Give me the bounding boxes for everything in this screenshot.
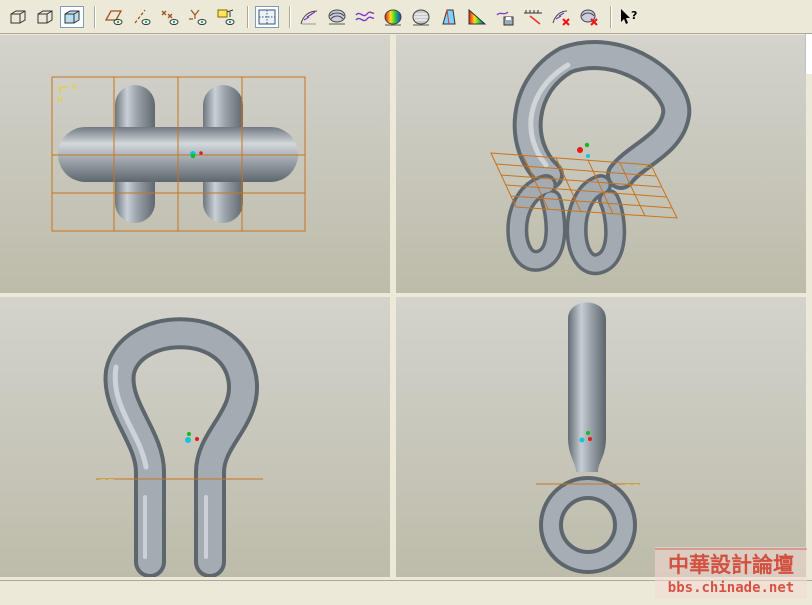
watermark-title: 中華設計論壇 bbox=[668, 553, 794, 577]
shaded-curvature-icon[interactable] bbox=[381, 6, 405, 28]
edge-view-viewport[interactable]: —·— bbox=[396, 297, 806, 577]
section-analysis-icon[interactable] bbox=[325, 6, 349, 28]
slope-analysis-icon[interactable] bbox=[465, 6, 489, 28]
shackle-bow-edge[interactable] bbox=[568, 302, 606, 473]
main-toolbar: ? bbox=[0, 0, 812, 34]
shaded-cube-icon[interactable] bbox=[60, 6, 84, 28]
coordinate-system-icon bbox=[577, 142, 590, 158]
datum-axis-display-icon[interactable] bbox=[130, 6, 154, 28]
coordinate-system-display-icon[interactable] bbox=[186, 6, 210, 28]
coordinate-system-icon bbox=[185, 432, 199, 443]
delete-all-sections-icon[interactable] bbox=[577, 6, 601, 28]
svg-text:?: ? bbox=[631, 9, 637, 22]
watermark-url: bbs.chinade.net bbox=[668, 580, 794, 596]
curvature-analysis-icon[interactable] bbox=[297, 6, 321, 28]
reflection-analysis-icon[interactable] bbox=[409, 6, 433, 28]
multi-view-icon[interactable] bbox=[255, 6, 279, 28]
viewport-scrollbar[interactable] bbox=[805, 34, 812, 74]
horizontal-splitter[interactable] bbox=[0, 293, 806, 297]
wireframe-cube-icon[interactable] bbox=[6, 6, 30, 28]
hidden-line-cube-icon[interactable] bbox=[33, 6, 57, 28]
offset-analysis-icon[interactable] bbox=[353, 6, 377, 28]
vertical-splitter[interactable] bbox=[390, 35, 396, 577]
isometric-view-viewport[interactable]: —·— bbox=[396, 35, 806, 293]
watermark-logo: 中華設計論壇 bbs.chinade.net bbox=[655, 547, 807, 599]
annotation-display-icon[interactable] bbox=[214, 6, 238, 28]
svg-text:H: H bbox=[57, 96, 62, 104]
datum-axis-tag: —·— bbox=[100, 476, 114, 483]
front-view-viewport[interactable]: H V bbox=[0, 35, 390, 293]
svg-text:V: V bbox=[72, 83, 77, 91]
draft-analysis-icon[interactable] bbox=[437, 6, 461, 28]
datum-plane-display-icon[interactable] bbox=[102, 6, 126, 28]
datum-axis-tag: —·— bbox=[625, 481, 639, 488]
measure-analysis-icon[interactable] bbox=[521, 6, 545, 28]
datum-axis-tag: —·— bbox=[636, 164, 650, 171]
delete-all-curvature-icon[interactable] bbox=[549, 6, 573, 28]
context-help-icon[interactable]: ? bbox=[617, 6, 641, 28]
datum-plane-tag: H V bbox=[57, 83, 77, 104]
point-display-icon[interactable] bbox=[158, 6, 182, 28]
side-view-viewport[interactable]: —·— bbox=[0, 297, 390, 577]
shackle-eye-left[interactable] bbox=[509, 177, 563, 269]
save-analysis-icon[interactable] bbox=[493, 6, 517, 28]
